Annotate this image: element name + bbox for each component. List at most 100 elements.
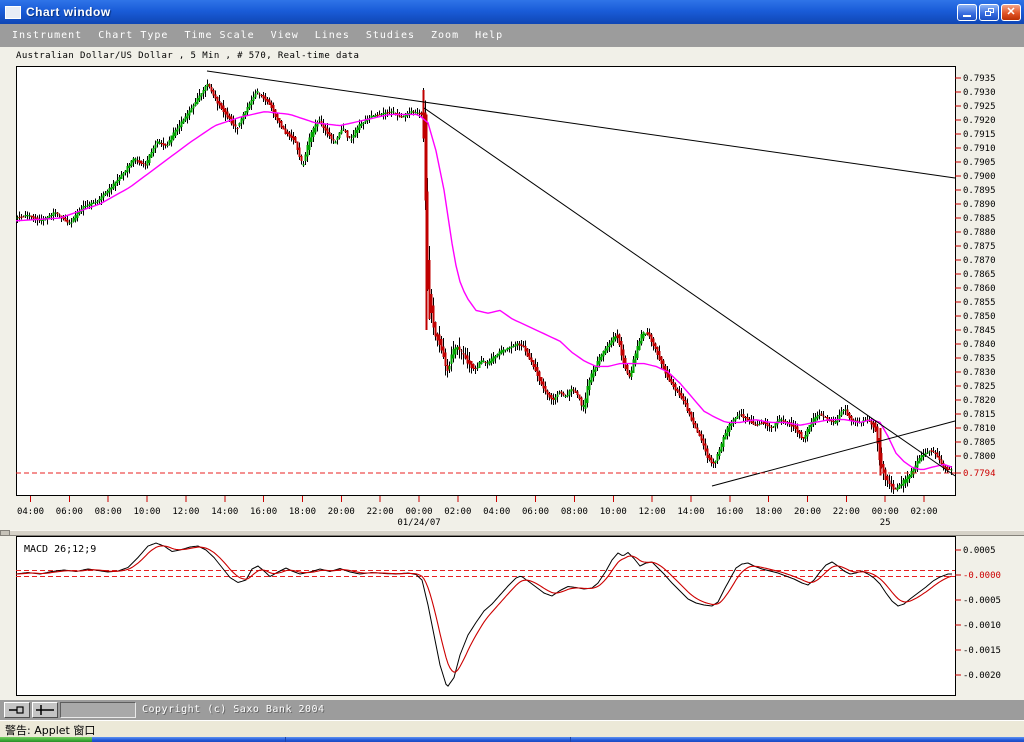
window-title: Chart window — [26, 5, 111, 19]
candle-body — [332, 138, 335, 141]
price-tick-label: 0.7925 — [963, 102, 996, 112]
candle-body — [558, 392, 561, 394]
menu-item-view[interactable]: View — [263, 30, 307, 41]
candle-body — [704, 443, 707, 452]
candle-body — [208, 83, 211, 88]
time-tick-label: 08:00 — [95, 507, 122, 517]
candle-body — [430, 293, 433, 313]
menu-item-chart-type[interactable]: Chart Type — [90, 30, 176, 41]
candle-body — [324, 126, 327, 131]
crosshair-icon — [36, 705, 54, 715]
crosshair-button[interactable] — [32, 702, 58, 718]
candle-body — [20, 216, 23, 218]
splitter-handle[interactable] — [0, 530, 10, 536]
candle-body — [296, 141, 299, 151]
candle-body — [422, 90, 425, 139]
candle-body — [902, 480, 905, 486]
price-tick-label: 0.7930 — [963, 88, 996, 98]
candle-body — [26, 215, 29, 217]
menu-item-zoom[interactable]: Zoom — [423, 30, 467, 41]
candle-body — [848, 412, 851, 419]
price-tick-label: 0.7905 — [963, 158, 996, 168]
menu-item-help[interactable]: Help — [467, 30, 511, 41]
candle-body — [482, 360, 485, 363]
candle-body — [822, 415, 825, 417]
candle-body — [932, 450, 935, 452]
candle-body — [32, 216, 35, 219]
current-price-label: 0.7794 — [963, 469, 996, 479]
candle-body — [276, 114, 279, 121]
candle-body — [474, 368, 477, 370]
candle-body — [556, 394, 559, 398]
candle-body — [920, 455, 923, 461]
menu-item-lines[interactable]: Lines — [307, 30, 358, 41]
candle-body — [532, 360, 535, 367]
time-tick-label: 04:00 — [483, 507, 510, 517]
candle-body — [916, 461, 919, 468]
candle-body — [284, 128, 287, 135]
candle-body — [356, 127, 359, 134]
price-tick-label: 0.7810 — [963, 424, 996, 434]
candle-body — [808, 425, 811, 433]
candle-body — [132, 158, 135, 163]
candle-body — [584, 398, 587, 410]
time-tick-label: 08:00 — [561, 507, 588, 517]
candle-body — [570, 388, 573, 392]
candle-body — [886, 476, 889, 481]
time-tick-label: 16:00 — [716, 507, 743, 517]
time-tick-label: 20:00 — [794, 507, 821, 517]
candle-body — [146, 160, 149, 166]
candle-body — [114, 181, 117, 186]
chart-canvas[interactable]: 0.7935 0.7930 0.7925 0.7920 0.7915 0.7910 0.79… — [0, 47, 1024, 700]
candle-body — [540, 377, 543, 385]
taskbar-separator — [285, 737, 286, 742]
candle-body — [92, 202, 95, 204]
candle-body — [392, 111, 395, 113]
menu-item-instrument[interactable]: Instrument — [4, 30, 90, 41]
candle-body — [142, 163, 145, 165]
snap-to-end-button[interactable] — [4, 702, 30, 718]
menu-item-studies[interactable]: Studies — [358, 30, 423, 41]
candle-body — [742, 414, 745, 419]
candle-body — [660, 356, 663, 365]
window-controls: ✕ — [957, 3, 1021, 21]
price-plot[interactable] — [16, 66, 956, 496]
candle-body — [838, 415, 841, 420]
candle-body — [28, 215, 31, 217]
candle-body — [66, 220, 69, 223]
time-tick-label: 14:00 — [677, 507, 704, 517]
price-tick-label: 0.7935 — [963, 74, 996, 84]
candle-body — [496, 353, 499, 357]
candle-body — [524, 346, 527, 352]
macd-tick-label: -0.0010 — [963, 621, 1001, 631]
macd-plot[interactable] — [16, 536, 956, 696]
candle-body — [494, 355, 497, 359]
candle-body — [674, 384, 677, 391]
candle-body — [544, 386, 547, 392]
candle-body — [566, 394, 569, 397]
candle-body — [306, 144, 309, 157]
candle-body — [490, 358, 493, 363]
candle-body — [266, 98, 269, 102]
candle-body — [312, 128, 315, 138]
minimize-button[interactable] — [957, 3, 977, 21]
candle-body — [436, 333, 439, 341]
menu-item-time-scale[interactable]: Time Scale — [176, 30, 262, 41]
candle-body — [884, 469, 887, 480]
start-button-edge[interactable] — [0, 737, 92, 742]
price-tick-label: 0.7875 — [963, 242, 996, 252]
candle-body — [876, 426, 879, 444]
candle-body — [642, 331, 645, 339]
restore-button[interactable] — [979, 3, 999, 21]
candle-body — [542, 381, 545, 389]
candle-body — [170, 135, 173, 143]
time-tick-label: 18:00 — [289, 507, 316, 517]
close-button[interactable]: ✕ — [1001, 3, 1021, 21]
candle-body — [896, 487, 899, 490]
candle-body — [270, 102, 273, 109]
candle-body — [684, 399, 687, 405]
candle-body — [466, 355, 469, 364]
candle-body — [486, 362, 489, 364]
panel-splitter[interactable] — [0, 530, 1024, 536]
candle-body — [694, 422, 697, 429]
